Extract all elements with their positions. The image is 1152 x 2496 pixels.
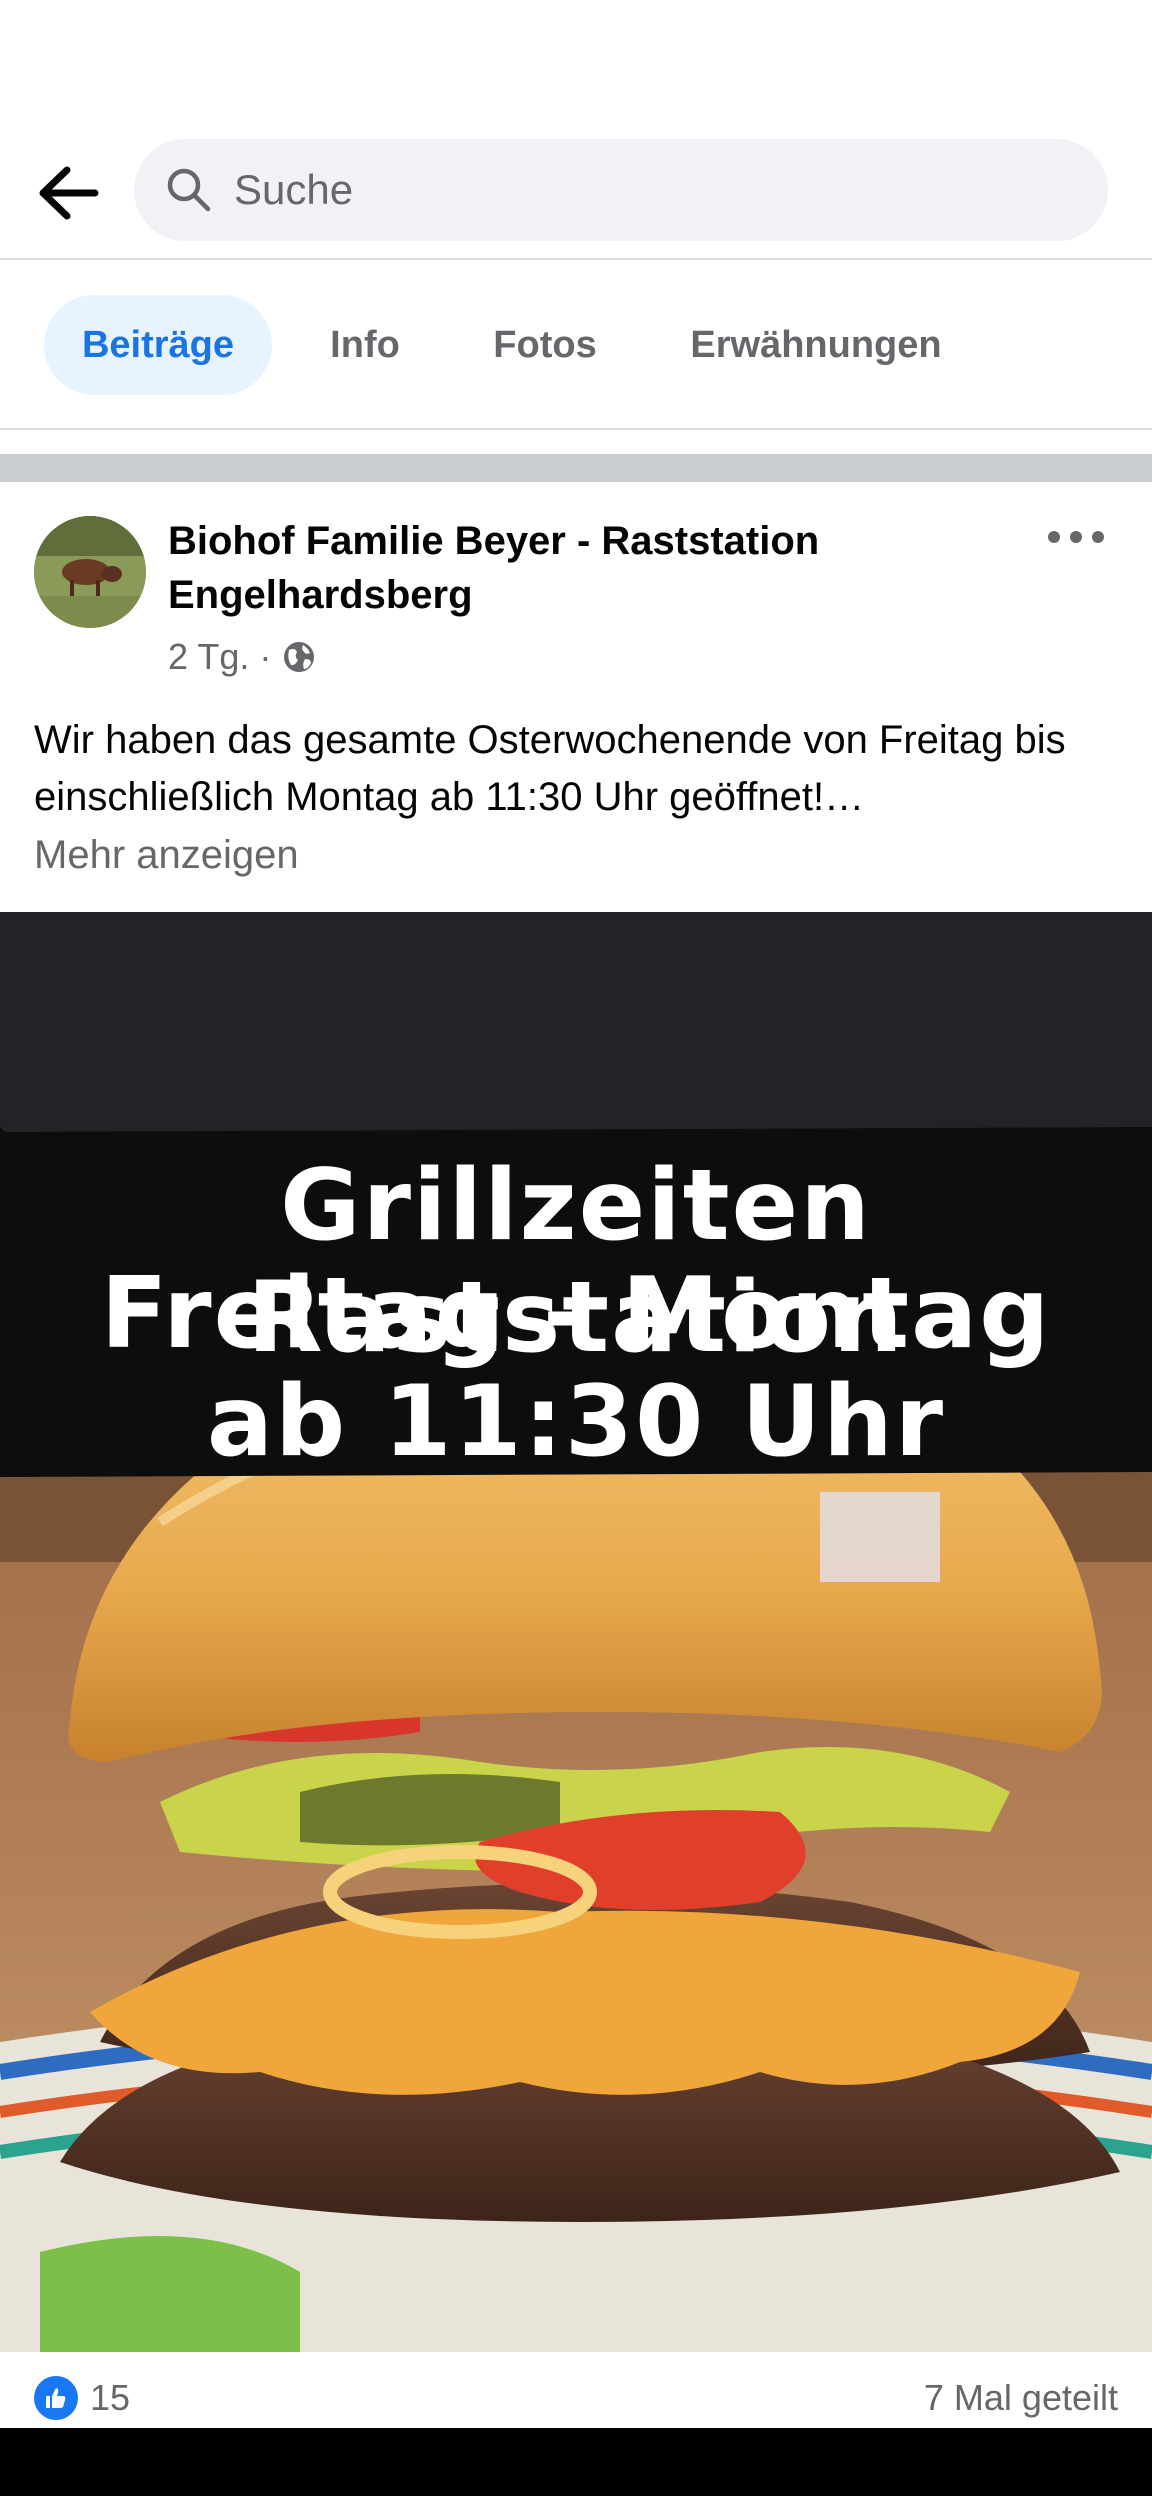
section-divider bbox=[0, 454, 1152, 482]
image-text-line3: ab 11:30 Uhr bbox=[206, 1365, 946, 1479]
system-navigation-bar bbox=[0, 2428, 1152, 2496]
avatar-image bbox=[34, 516, 146, 628]
more-dot-icon bbox=[1092, 531, 1104, 543]
status-bar bbox=[0, 0, 1152, 120]
post-author[interactable]: Biohof Familie Beyer - Raststation Engel… bbox=[168, 514, 988, 622]
meta-separator: · bbox=[259, 636, 272, 677]
reactions-bar: 15 7 Mal geteilt bbox=[0, 2352, 1152, 2428]
tab-fotos[interactable]: Fotos bbox=[460, 295, 630, 395]
tab-info[interactable]: Info bbox=[300, 295, 430, 395]
arrow-left-icon bbox=[39, 166, 99, 220]
share-count[interactable]: 7 Mal geteilt bbox=[924, 2376, 1118, 2420]
post-text: Wir haben das gesamte Osterwochenende vo… bbox=[34, 718, 1066, 819]
image-text-line2: Freitag - Montag bbox=[100, 1257, 1052, 1371]
avatar[interactable] bbox=[34, 516, 146, 628]
back-button[interactable] bbox=[30, 155, 106, 231]
search-input[interactable] bbox=[234, 139, 1074, 241]
like-count[interactable]: 15 bbox=[90, 2376, 130, 2420]
globe-icon bbox=[284, 642, 315, 672]
thumbs-up-icon bbox=[46, 2388, 66, 2408]
post-card: Biohof Familie Beyer - Raststation Engel… bbox=[0, 482, 1152, 2428]
more-dot-icon bbox=[1070, 531, 1082, 543]
post-time[interactable]: 2 Tg. bbox=[168, 636, 249, 678]
see-more-link[interactable]: Mehr anzeigen bbox=[34, 827, 299, 884]
more-options-button[interactable] bbox=[1048, 522, 1104, 552]
post-meta: 2 Tg. · bbox=[168, 632, 317, 682]
search-icon bbox=[167, 168, 211, 212]
tab-erwaehnungen[interactable]: Erwähnungen bbox=[660, 295, 972, 395]
search-bar[interactable] bbox=[134, 139, 1108, 241]
post-image[interactable]: Grillzeiten Raststation Freitag - Montag… bbox=[0, 912, 1152, 2352]
tab-beitraege[interactable]: Beiträge bbox=[44, 295, 272, 395]
more-dot-icon bbox=[1048, 531, 1060, 543]
profile-tabs: Beiträge Info Fotos Erwähnungen bbox=[0, 262, 1152, 430]
like-icon[interactable] bbox=[34, 2376, 78, 2420]
top-bar bbox=[0, 120, 1152, 260]
burger-photo bbox=[0, 912, 1152, 2352]
